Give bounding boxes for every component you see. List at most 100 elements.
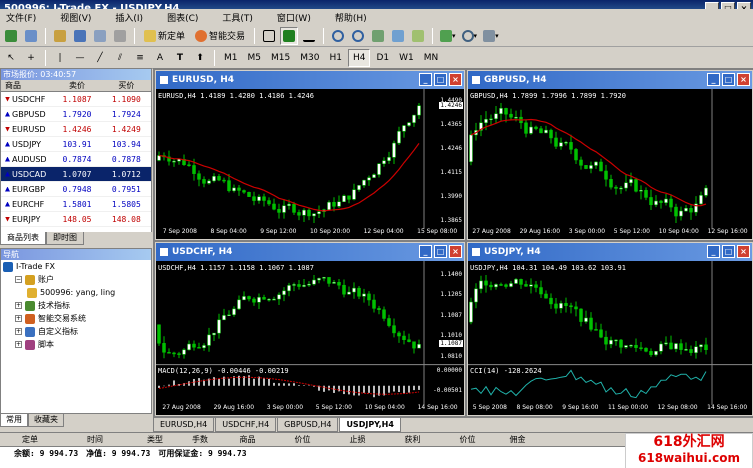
chart-window-usdchf[interactable]: USDCHF, H4 _ □ × MACD(12,26,9) -0.00446 -0.0… bbox=[155, 242, 465, 416]
terminal-column[interactable]: 价位 bbox=[275, 433, 330, 446]
timeframe-m1[interactable]: M1 bbox=[220, 49, 242, 67]
terminal-column[interactable]: 价位 bbox=[440, 433, 495, 446]
column-symbol[interactable]: 商品 bbox=[1, 80, 52, 91]
terminal-column[interactable]: 商品 bbox=[220, 433, 275, 446]
candlestick-button[interactable] bbox=[280, 26, 299, 45]
expand-toggle-icon[interactable]: + bbox=[15, 328, 22, 335]
templates-button[interactable]: ▾ bbox=[481, 27, 501, 45]
terminal-column[interactable]: 获利 bbox=[385, 433, 440, 446]
chart-maximize-button[interactable]: □ bbox=[722, 245, 735, 258]
timeframe-w1[interactable]: W1 bbox=[395, 49, 418, 67]
vertical-line-button[interactable]: | bbox=[51, 49, 69, 67]
navigator-item[interactable]: − 账户 bbox=[1, 273, 151, 286]
chart-window-eurusd[interactable]: EURUSD, H4 _ □ × EURUSD,H4 1.4189 1.4280 1.4… bbox=[155, 70, 465, 240]
chart-minimize-button[interactable]: _ bbox=[707, 245, 720, 258]
menu-view[interactable]: 视图(V) bbox=[48, 9, 103, 25]
navigator-item[interactable]: + 技术指标 bbox=[1, 299, 151, 312]
terminal-button[interactable] bbox=[91, 27, 109, 45]
column-ask[interactable]: 买价 bbox=[102, 80, 151, 91]
chart-tab-usdchf[interactable]: USDCHF,H4 bbox=[215, 418, 277, 432]
chart-title-bar[interactable]: GBPUSD, H4 _ □ × bbox=[468, 71, 752, 89]
timeframe-h1[interactable]: H1 bbox=[325, 49, 346, 67]
quote-row[interactable]: USDCHF 1.1087 1.1090 bbox=[1, 92, 151, 107]
menu-insert[interactable]: 插入(I) bbox=[103, 9, 155, 25]
tester-button[interactable] bbox=[111, 27, 129, 45]
menu-tools[interactable]: 工具(T) bbox=[210, 9, 265, 25]
navigator-item[interactable]: + 脚本 bbox=[1, 338, 151, 351]
chart-minimize-button[interactable]: _ bbox=[707, 73, 720, 86]
tab-common[interactable]: 常用 bbox=[0, 414, 28, 427]
trendline-button[interactable]: ╱ bbox=[91, 49, 109, 67]
chart-maximize-button[interactable]: □ bbox=[434, 245, 447, 258]
navigator-item[interactable]: I-Trade FX bbox=[1, 260, 151, 273]
auto-scroll-button[interactable] bbox=[389, 27, 407, 45]
menu-help[interactable]: 帮助(H) bbox=[323, 9, 379, 25]
menu-charts[interactable]: 图表(C) bbox=[155, 9, 210, 25]
chart-maximize-button[interactable]: □ bbox=[722, 73, 735, 86]
quote-row[interactable]: EURGBP 0.7948 0.7951 bbox=[1, 182, 151, 197]
text-button[interactable]: A bbox=[151, 49, 169, 67]
timeframe-mn[interactable]: MN bbox=[420, 49, 443, 67]
navigator-item[interactable]: 500996: yang, ling bbox=[1, 286, 151, 299]
fibonacci-button[interactable]: ≡ bbox=[131, 49, 149, 67]
navigator-item[interactable]: + 智能交易系统 bbox=[1, 312, 151, 325]
chart-shift-button[interactable] bbox=[409, 27, 427, 45]
expert-advisors-button[interactable]: 智能交易 bbox=[191, 27, 249, 45]
quote-row[interactable]: USDJPY 103.91 103.94 bbox=[1, 137, 151, 152]
chart-close-button[interactable]: × bbox=[449, 73, 462, 86]
price-chart[interactable] bbox=[468, 89, 752, 239]
line-chart-button[interactable] bbox=[300, 27, 318, 45]
menu-window[interactable]: 窗口(W) bbox=[265, 9, 323, 25]
bar-chart-button[interactable] bbox=[260, 27, 278, 45]
chart-close-button[interactable]: × bbox=[737, 73, 750, 86]
profiles-button[interactable] bbox=[22, 27, 40, 45]
new-chart-button[interactable] bbox=[2, 27, 20, 45]
price-chart[interactable] bbox=[468, 261, 752, 415]
chart-tab-gbpusd[interactable]: GBPUSD,H4 bbox=[277, 418, 339, 432]
arrows-button[interactable]: ⬆ bbox=[191, 49, 209, 67]
quote-row[interactable]: GBPUSD 1.7920 1.7924 bbox=[1, 107, 151, 122]
timeframe-d1[interactable]: D1 bbox=[372, 49, 393, 67]
tab-symbols[interactable]: 商品列表 bbox=[0, 232, 46, 245]
chart-title-bar[interactable]: EURUSD, H4 _ □ × bbox=[156, 71, 464, 89]
quote-row[interactable]: EURJPY 148.05 148.08 bbox=[1, 212, 151, 227]
chart-title-bar[interactable]: USDJPY, H4 _ □ × bbox=[468, 243, 752, 261]
chart-title-bar[interactable]: USDCHF, H4 _ □ × bbox=[156, 243, 464, 261]
tab-favorites[interactable]: 收藏夹 bbox=[28, 414, 64, 427]
quote-row[interactable]: AUDUSD 0.7874 0.7878 bbox=[1, 152, 151, 167]
expand-toggle-icon[interactable]: + bbox=[15, 315, 22, 322]
timeframe-h4[interactable]: H4 bbox=[347, 48, 371, 67]
chart-window-gbpusd[interactable]: GBPUSD, H4 _ □ × GBPUSD,H4 1.7899 1.7996 1.7… bbox=[467, 70, 753, 240]
chart-minimize-button[interactable]: _ bbox=[419, 245, 432, 258]
timeframe-m5[interactable]: M5 bbox=[244, 49, 266, 67]
cursor-button[interactable]: ↖ bbox=[2, 49, 20, 67]
navigator-item[interactable]: + 自定义指标 bbox=[1, 325, 151, 338]
chart-close-button[interactable]: × bbox=[737, 245, 750, 258]
channel-button[interactable]: ⫽ bbox=[111, 49, 129, 67]
column-bid[interactable]: 卖价 bbox=[52, 80, 101, 91]
expand-toggle-icon[interactable]: + bbox=[15, 302, 22, 309]
expand-toggle-icon[interactable]: + bbox=[15, 341, 22, 348]
terminal-column[interactable]: 类型 bbox=[130, 433, 180, 446]
terminal-column[interactable]: 止损 bbox=[330, 433, 385, 446]
tab-tick-chart[interactable]: 即时图 bbox=[46, 232, 84, 245]
quote-row[interactable]: EURCHF 1.5801 1.5805 bbox=[1, 197, 151, 212]
quote-row[interactable]: USDCAD 1.0707 1.0712 bbox=[1, 167, 151, 182]
terminal-column[interactable]: 手数 bbox=[180, 433, 220, 446]
price-chart[interactable] bbox=[156, 89, 464, 239]
price-chart[interactable] bbox=[156, 261, 464, 415]
navigator-button[interactable] bbox=[71, 27, 89, 45]
chart-window-usdjpy[interactable]: USDJPY, H4 _ □ × CCI(14) -128.2624 USDJPY,H4 … bbox=[467, 242, 753, 416]
chart-tab-usdjpy[interactable]: USDJPY,H4 bbox=[339, 418, 401, 432]
menu-file[interactable]: 文件(F) bbox=[4, 9, 48, 25]
indicators-button[interactable]: ▾ bbox=[438, 27, 458, 45]
terminal-column[interactable]: 佣金 bbox=[495, 433, 540, 446]
tile-windows-button[interactable] bbox=[369, 27, 387, 45]
horizontal-line-button[interactable]: — bbox=[71, 49, 89, 67]
market-watch-button[interactable] bbox=[51, 27, 69, 45]
timeframe-m15[interactable]: M15 bbox=[267, 49, 294, 67]
crosshair-button[interactable]: + bbox=[22, 49, 40, 67]
chart-close-button[interactable]: × bbox=[449, 245, 462, 258]
terminal-column[interactable]: 定单 bbox=[0, 433, 60, 446]
expand-toggle-icon[interactable]: − bbox=[15, 276, 22, 283]
